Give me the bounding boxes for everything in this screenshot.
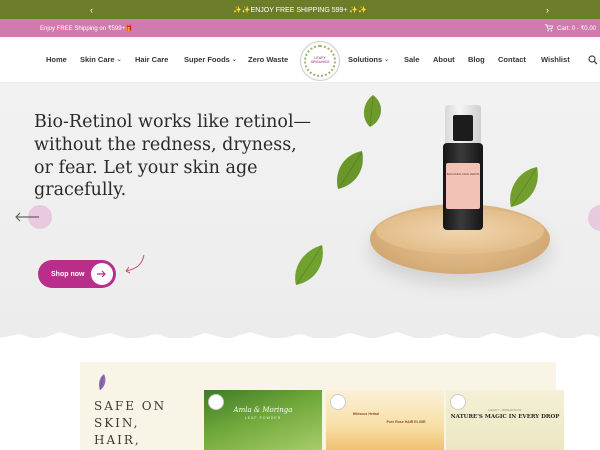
- shop-now-button[interactable]: Shop now: [38, 260, 116, 288]
- card-subtitle: LEAF POWDER: [244, 416, 282, 420]
- curved-arrow-icon: [125, 254, 145, 274]
- main-navigation: Home Skin Care ⌄ Hair Care Super Foods ⌄ Z…: [0, 37, 600, 83]
- product-card-hibiscus[interactable]: Hibiscus Herbal Pure Rose HAIR ELIXIR: [326, 390, 444, 450]
- nav-home[interactable]: Home: [46, 55, 67, 64]
- nav-sale-label: Sale: [404, 55, 420, 64]
- card-title: Amla & Moringa: [233, 406, 293, 414]
- hero-slider: Bio-Retinol works like retinol—without t…: [0, 83, 600, 338]
- slider-prev-button[interactable]: [14, 205, 52, 229]
- nav-skin-care[interactable]: Skin Care ⌄: [80, 55, 122, 64]
- promo-panel: SAFE ON SKIN, HAIR, Amla & Moringa LEAF …: [80, 362, 564, 450]
- nav-contact-label: Contact: [498, 55, 526, 64]
- product-card-amla[interactable]: Amla & Moringa LEAF POWDER: [204, 390, 322, 450]
- nav-zero-waste-label: Zero Waste: [248, 55, 289, 64]
- cart-link[interactable]: Cart: 0 - ₹0.00: [545, 24, 596, 32]
- chevron-down-icon: ⌄: [231, 57, 237, 63]
- brand-badge: [330, 394, 346, 410]
- nav-wishlist-label: Wishlist: [541, 55, 570, 64]
- lower-section: SAFE ON SKIN, HAIR, Amla & Moringa LEAF …: [0, 338, 600, 450]
- nav-wishlist[interactable]: Wishlist: [541, 55, 570, 64]
- nav-zero-waste[interactable]: Zero Waste: [248, 55, 288, 64]
- card-title: Hibiscus Herbal: [352, 412, 380, 416]
- tagline: SAFE ON SKIN, HAIR,: [94, 399, 167, 447]
- card-subtitle: Pure Rose HAIR ELIXIR: [386, 420, 426, 424]
- slider-next-button[interactable]: [588, 205, 600, 231]
- nav-hair-care-label: Hair Care: [135, 55, 169, 64]
- nav-super-foods-label: Super Foods: [184, 55, 230, 64]
- nav-home-label: Home: [46, 55, 67, 64]
- card-subtitle: LEAFY ORGANICS: [488, 408, 522, 412]
- announcement-bar: ‹ ✨✨ENJOY FREE SHIPPING 599+ ✨✨ ›: [0, 0, 600, 19]
- nav-contact[interactable]: Contact: [498, 55, 526, 64]
- nav-about[interactable]: About: [433, 55, 455, 64]
- card-title: NATURE'S MAGIC IN EVERY DROP: [450, 414, 560, 420]
- nav-skin-care-label: Skin Care: [80, 55, 115, 64]
- chevron-down-icon: ⌄: [116, 57, 122, 63]
- announcement-prev-arrow-icon[interactable]: ‹: [82, 0, 101, 19]
- bottle-pump: [453, 115, 473, 141]
- leaf-icon: [295, 245, 323, 285]
- product-bottle: BAKUCHIOL FACE SERUM: [441, 105, 485, 230]
- leaf-icon: [363, 95, 382, 127]
- leaf-icon: [510, 167, 538, 207]
- nav-sale[interactable]: Sale: [404, 55, 419, 64]
- shipping-message: Enjoy FREE Shipping on ₹599+🎁: [40, 25, 133, 32]
- shop-now-label: Shop now: [51, 270, 85, 278]
- nav-blog[interactable]: Blog: [468, 55, 485, 64]
- product-card-nature[interactable]: LEAFY ORGANICS NATURE'S MAGIC IN EVERY D…: [446, 390, 564, 450]
- cart-label: Cart: 0 - ₹0.00: [557, 25, 596, 32]
- arrow-right-icon: [91, 263, 113, 285]
- nav-solutions[interactable]: Solutions ⌄: [348, 55, 389, 64]
- nav-super-foods[interactable]: Super Foods ⌄: [184, 55, 237, 64]
- leaf-icon: [337, 151, 363, 189]
- logo-ring: [304, 45, 336, 77]
- hero-headline: Bio-Retinol works like retinol—without t…: [34, 112, 312, 201]
- lavender-icon: [99, 374, 106, 391]
- nav-about-label: About: [433, 55, 455, 64]
- arrow-left-icon: [15, 212, 39, 222]
- site-logo[interactable]: LEAFY ORGANICS: [300, 41, 340, 81]
- bottle-label: BAKUCHIOL FACE SERUM: [446, 163, 480, 209]
- chevron-down-icon: ⌄: [384, 57, 390, 63]
- shipping-bar: Enjoy FREE Shipping on ₹599+🎁 Cart: 0 - …: [0, 19, 600, 37]
- announcement-next-arrow-icon[interactable]: ›: [538, 0, 557, 19]
- cart-icon: [545, 24, 554, 32]
- nav-hair-care[interactable]: Hair Care: [135, 55, 168, 64]
- announcement-text: ✨✨ENJOY FREE SHIPPING 599+ ✨✨: [233, 6, 367, 14]
- nav-solutions-label: Solutions: [348, 55, 383, 64]
- search-icon[interactable]: [588, 55, 598, 65]
- nav-blog-label: Blog: [468, 55, 485, 64]
